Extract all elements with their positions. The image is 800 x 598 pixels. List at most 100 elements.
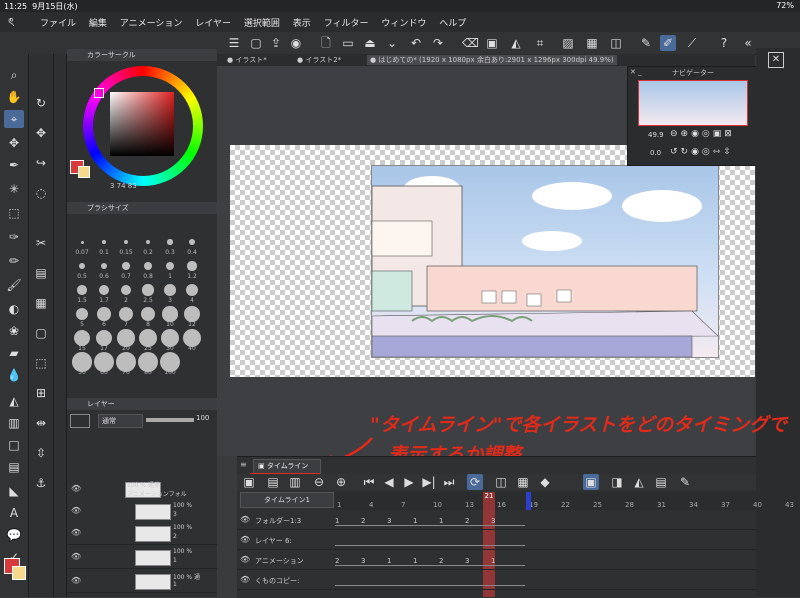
navigator-zoom[interactable]: 49.9 xyxy=(648,131,664,139)
menu-selection[interactable]: 選択範囲 xyxy=(244,19,280,29)
menu-window[interactable]: ウィンドウ xyxy=(381,19,426,29)
grid-icon[interactable]: ⊞ xyxy=(31,384,51,402)
cel-number[interactable]: 1 xyxy=(387,557,391,565)
selection-icon[interactable]: ⬚ xyxy=(4,204,24,222)
new-icon[interactable]: ▢ xyxy=(248,35,264,51)
frame-ruler[interactable]: 1 4 7 10 13 16 19 22 25 28 31 34 37 40 43 xyxy=(335,492,794,510)
layer-row[interactable]: 👁 100 % 2 xyxy=(67,522,217,545)
eraser-icon[interactable]: ▰ xyxy=(4,344,24,362)
menu-edit[interactable]: 編集 xyxy=(89,19,107,29)
redo-icon[interactable]: ↷ xyxy=(430,35,446,51)
brush-size-dot[interactable] xyxy=(77,285,87,295)
rotate-icon[interactable]: ↻ xyxy=(31,94,51,112)
cel-edit-icon[interactable]: ◨ xyxy=(609,474,625,490)
eye-icon[interactable]: 👁 xyxy=(71,528,81,537)
layer-row[interactable]: 👁 100 % 通1 xyxy=(67,570,217,593)
blend-icon[interactable]: 💧 xyxy=(4,366,24,384)
timeline-track[interactable]: 👁 レイヤー 6: xyxy=(237,532,756,550)
timeline-track[interactable]: 👁 アニメーション 2 3 1 1 2 3 1 xyxy=(237,552,756,570)
menu-layer[interactable]: レイヤー xyxy=(195,19,231,29)
brush-size-dot[interactable] xyxy=(167,239,173,245)
cel-number[interactable]: 1 xyxy=(335,517,339,525)
end-frame-marker[interactable] xyxy=(526,492,531,510)
new-cel-icon[interactable]: ▥ xyxy=(287,474,303,490)
move-layer-icon[interactable]: ✥ xyxy=(4,134,24,152)
brush-size-dot[interactable] xyxy=(184,306,200,322)
loop-icon[interactable]: ⟳ xyxy=(467,474,483,490)
frame-icon[interactable]: ▤ xyxy=(4,458,24,476)
chevron-left-icon[interactable]: « xyxy=(740,35,756,51)
paste-icon[interactable]: ▤ xyxy=(31,264,51,282)
cel-number[interactable]: 2 xyxy=(361,517,365,525)
sub-color-swatch[interactable] xyxy=(12,566,26,580)
ruler-icon[interactable]: ⟋ xyxy=(684,35,700,51)
eyedropper-icon[interactable]: ✒ xyxy=(4,156,24,174)
secondary-color-swatch[interactable] xyxy=(78,166,90,178)
ruler-tool-icon[interactable]: ◣ xyxy=(4,482,24,500)
brush-size-dot[interactable] xyxy=(189,239,195,245)
brush-size-dot[interactable] xyxy=(187,261,197,271)
brush-size-dot[interactable] xyxy=(122,262,130,270)
brush-active-icon[interactable]: ✐ xyxy=(660,35,676,51)
prev-frame-icon[interactable]: ◀ xyxy=(381,474,397,490)
new-timeline-icon[interactable]: ▣ xyxy=(241,474,257,490)
brush-size-dot[interactable] xyxy=(98,284,110,296)
eye-icon[interactable]: 👁 xyxy=(240,555,250,564)
balloon-icon[interactable]: 💬 xyxy=(4,526,24,544)
transform-icon[interactable]: ▣ xyxy=(484,35,500,51)
sub-tool-scroll[interactable] xyxy=(54,54,67,597)
brush-size-dot[interactable] xyxy=(144,262,152,270)
first-frame-icon[interactable]: ⏮ xyxy=(361,474,377,490)
figure-icon[interactable]: □ xyxy=(4,436,24,454)
operation-tool-icon[interactable]: ⌖ xyxy=(4,110,24,128)
text-tool-icon[interactable]: A xyxy=(4,504,24,522)
navigator-rotate-controls-icon[interactable]: ↺↻◉◎⇿⇳ xyxy=(670,147,734,157)
last-frame-icon[interactable]: ⏭ xyxy=(441,474,457,490)
cel-number[interactable]: 3 xyxy=(465,557,469,565)
save-icon[interactable]: ⏏ xyxy=(362,35,378,51)
layer-row[interactable]: 👁 100 % 3 xyxy=(67,500,217,523)
keyframe-icon[interactable]: ◆ xyxy=(537,474,553,490)
light-table-icon[interactable]: ▣ xyxy=(583,474,599,490)
flip-h-icon[interactable]: ⇹ xyxy=(31,414,51,432)
color-square[interactable] xyxy=(110,92,174,156)
brush-icon[interactable]: 🖌 xyxy=(4,276,24,294)
cel-number[interactable]: 1 xyxy=(439,517,443,525)
opacity-slider[interactable] xyxy=(146,418,194,422)
cut-icon[interactable]: ✂ xyxy=(31,234,51,252)
transform-small-icon[interactable]: ▢ xyxy=(31,324,51,342)
cel-number[interactable]: 1 xyxy=(491,557,495,565)
camera-icon[interactable]: ◉ xyxy=(288,35,304,51)
brush-size-dot[interactable] xyxy=(142,284,154,296)
cel-number[interactable]: 1 xyxy=(413,557,417,565)
menu-view[interactable]: 表示 xyxy=(293,19,311,29)
next-frame-icon[interactable]: ▶| xyxy=(421,474,437,490)
menu-help[interactable]: ヘルプ xyxy=(439,19,466,29)
cel-assign-icon[interactable]: ▦ xyxy=(515,474,531,490)
onion-skin-icon[interactable]: ◫ xyxy=(493,474,509,490)
illustration-canvas[interactable] xyxy=(371,165,719,358)
brush-size-dot[interactable] xyxy=(162,306,178,322)
anchor-icon[interactable]: ⚓ xyxy=(31,474,51,492)
deselect-icon[interactable]: ▨ xyxy=(560,35,576,51)
menu-animation[interactable]: アニメーション xyxy=(120,19,183,29)
zoom-out-icon[interactable]: ⊖ xyxy=(311,474,327,490)
blend-mode-select[interactable]: 通常 xyxy=(98,414,143,428)
navigator-zoom-controls-icon[interactable]: ⊖⊕◉◎▣⊠ xyxy=(670,129,735,139)
play-icon[interactable]: ▶ xyxy=(401,474,417,490)
menu-icon[interactable]: ☰ xyxy=(226,35,242,51)
new-folder-icon[interactable]: ▤ xyxy=(265,474,281,490)
navigator-close-icon[interactable]: ✕ _ xyxy=(630,68,642,76)
help-icon[interactable]: ? xyxy=(716,35,732,51)
timeline-menu-icon[interactable]: ≡ xyxy=(240,460,247,469)
brush-size-dot[interactable] xyxy=(97,307,111,321)
cel-number[interactable]: 2 xyxy=(335,557,339,565)
scale-icon[interactable]: ⬚ xyxy=(31,354,51,372)
hue-marker[interactable] xyxy=(94,88,104,98)
timeline-tab[interactable]: ▣ タイムライン xyxy=(253,459,321,474)
pen-icon[interactable]: ✑ xyxy=(4,228,24,246)
cel-number[interactable]: 2 xyxy=(439,557,443,565)
gradient-icon[interactable]: ▥ xyxy=(4,414,24,432)
eye-icon[interactable]: 👁 xyxy=(71,506,81,515)
hand-tool-icon[interactable]: ✋ xyxy=(4,88,24,106)
